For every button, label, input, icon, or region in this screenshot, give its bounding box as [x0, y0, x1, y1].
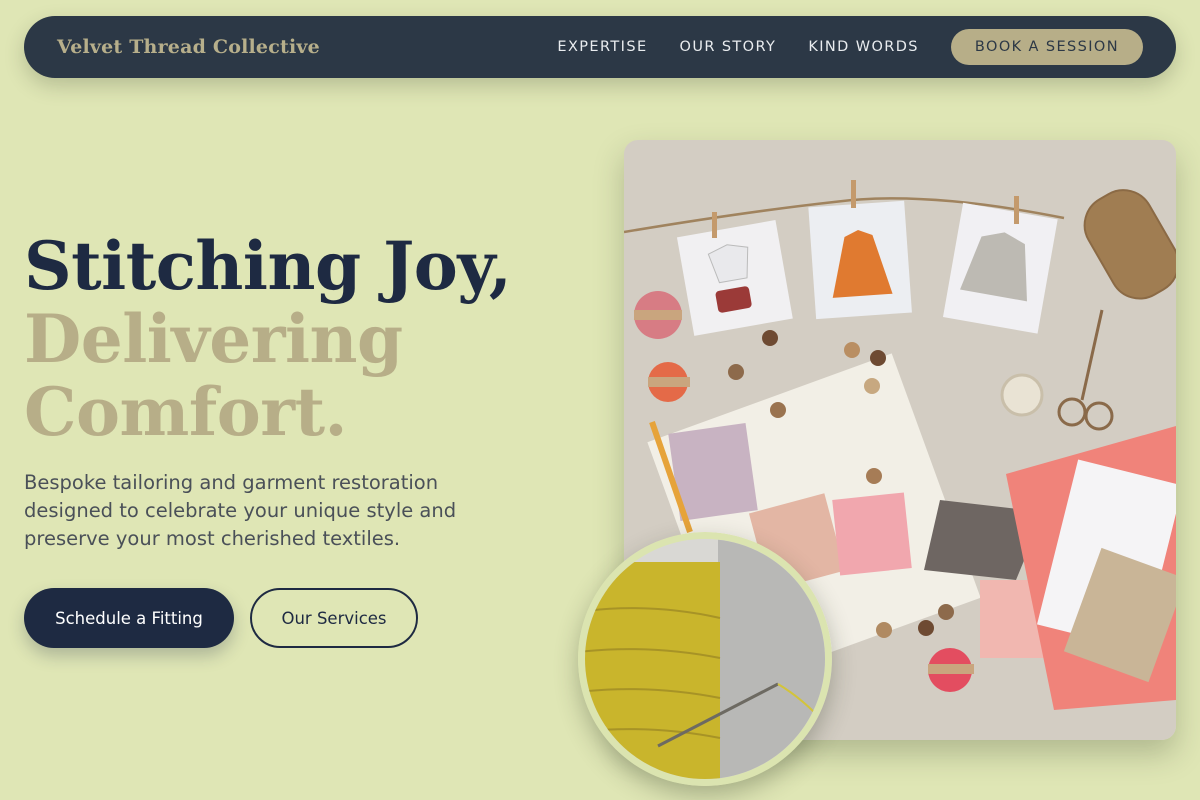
nav-link-expertise[interactable]: EXPERTISE — [557, 39, 647, 55]
headline-line-2: Delivering — [24, 300, 403, 378]
brand-logo[interactable]: Velvet Thread Collective — [57, 36, 320, 58]
nav-link-our-story[interactable]: OUR STORY — [680, 39, 777, 55]
headline-line-3: Comfort. — [24, 373, 348, 451]
top-navigation: Velvet Thread Collective EXPERTISE OUR S… — [24, 16, 1176, 78]
schedule-fitting-button[interactable]: Schedule a Fitting — [24, 588, 234, 648]
hero-headline: Stitching Joy, Delivering Comfort. — [24, 230, 544, 449]
book-session-button[interactable]: BOOK A SESSION — [950, 29, 1143, 65]
cta-buttons: Schedule a Fitting Our Services — [24, 588, 418, 648]
headline-line-1: Stitching Joy, — [24, 227, 512, 305]
nav-links: EXPERTISE OUR STORY KIND WORDS BOOK A SE… — [525, 29, 1143, 65]
hero-subtext: Bespoke tailoring and garment restoratio… — [24, 471, 457, 550]
hero-text: Stitching Joy, Delivering Comfort. Bespo… — [24, 230, 544, 553]
nav-link-kind-words[interactable]: KIND WORDS — [808, 39, 919, 55]
thread-needle-photo — [578, 532, 832, 786]
our-services-button[interactable]: Our Services — [250, 588, 418, 648]
